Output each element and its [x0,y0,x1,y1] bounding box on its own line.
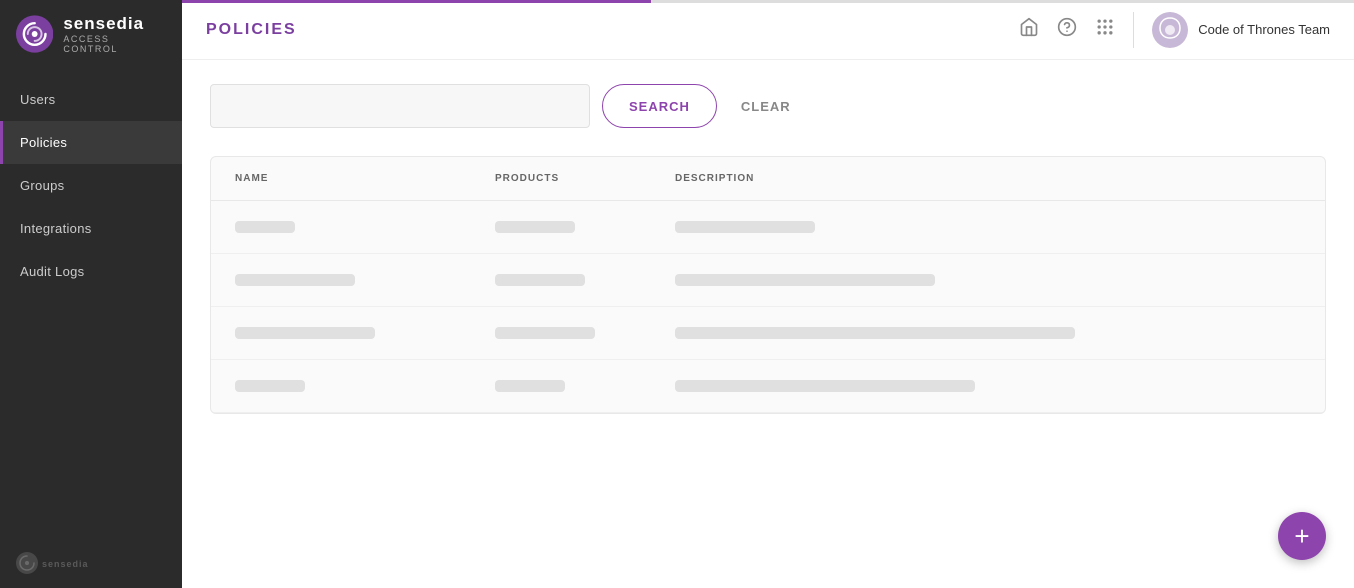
grid-icon[interactable] [1095,17,1115,42]
topbar: POLICIES [182,0,1354,60]
sidebar-item-policies[interactable]: Policies [0,121,182,164]
content-area: SEARCH CLEAR NAME PRODUCTS DESCRIPTION [182,60,1354,588]
home-icon[interactable] [1019,17,1039,42]
sidebar-item-integrations[interactable]: Integrations [0,207,182,250]
col-description: DESCRIPTION [675,173,1301,184]
skeleton-products [495,380,565,392]
sidebar-item-groups[interactable]: Groups [0,164,182,207]
skeleton-products [495,274,585,286]
table-body [211,201,1325,413]
policies-table: NAME PRODUCTS DESCRIPTION [210,156,1326,414]
skeleton-description [675,380,975,392]
sensedia-logo-icon [16,15,53,53]
help-icon[interactable] [1057,17,1077,42]
skeleton-name [235,274,355,286]
user-name: Code of Thrones Team [1198,22,1330,37]
col-products: PRODUCTS [495,173,675,184]
sensedia-footer-logo: sensedia [16,552,96,574]
topbar-divider [1133,12,1134,48]
search-input[interactable] [210,84,590,128]
search-row: SEARCH CLEAR [210,84,1326,128]
skeleton-name [235,221,295,233]
skeleton-products [495,327,595,339]
topbar-right: Code of Thrones Team [1019,12,1330,48]
search-button[interactable]: SEARCH [602,84,717,128]
page-title: POLICIES [206,21,297,39]
user-badge: Code of Thrones Team [1152,12,1330,48]
svg-text:sensedia: sensedia [42,559,89,569]
sidebar: sensedia ACCESS CONTROL Users Policies G… [0,0,182,588]
skeleton-description [675,221,815,233]
table-row[interactable] [211,254,1325,307]
sidebar-nav: Users Policies Groups Integrations Audit… [0,78,182,538]
skeleton-name [235,380,305,392]
logo-area: sensedia ACCESS CONTROL [0,0,182,68]
table-row[interactable] [211,307,1325,360]
logo-main-text: sensedia [63,14,166,34]
table-header: NAME PRODUCTS DESCRIPTION [211,157,1325,201]
col-name: NAME [235,173,495,184]
clear-button[interactable]: CLEAR [729,84,803,128]
add-button[interactable]: + [1278,512,1326,560]
logo-text: sensedia ACCESS CONTROL [63,14,166,54]
table-row[interactable] [211,360,1325,413]
skeleton-name [235,327,375,339]
skeleton-products [495,221,575,233]
skeleton-description [675,274,935,286]
avatar [1152,12,1188,48]
sidebar-item-audit-logs[interactable]: Audit Logs [0,250,182,293]
sidebar-footer: sensedia [0,538,182,588]
table-row[interactable] [211,201,1325,254]
logo-sub-text: ACCESS CONTROL [63,34,166,54]
skeleton-description [675,327,1075,339]
sidebar-item-users[interactable]: Users [0,78,182,121]
main-area: POLICIES [182,0,1354,588]
